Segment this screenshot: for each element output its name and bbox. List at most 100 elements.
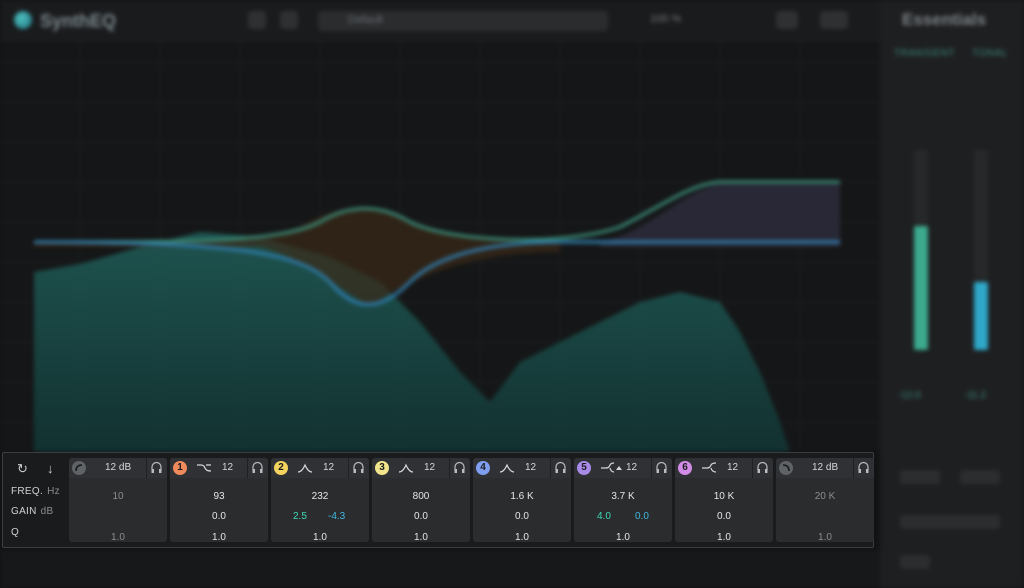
row-labels: ↻ ↓ FREQ. Hz GAIN dB Q: [3, 453, 69, 549]
slope-value[interactable]: 12: [323, 462, 334, 473]
band-number-badge[interactable]: 6: [678, 461, 692, 475]
bell-icon[interactable]: [297, 462, 313, 474]
preset-selector[interactable]: Default: [318, 11, 608, 31]
freq-value[interactable]: 232: [271, 491, 369, 502]
header-divider: [651, 458, 652, 478]
band-2[interactable]: 2 12 232 2.5 -4.3 1.0: [271, 458, 369, 543]
q-value[interactable]: 1.0: [776, 532, 874, 543]
band-1[interactable]: 1 12 93 0.0 1.0: [170, 458, 268, 543]
headphones-icon[interactable]: [655, 461, 668, 474]
gain-label: GAIN: [11, 506, 37, 517]
side-bypass-button[interactable]: [900, 555, 930, 569]
undo-button[interactable]: [248, 11, 266, 29]
side-toggle-a[interactable]: [900, 470, 940, 484]
header-divider: [348, 458, 349, 478]
gain-value[interactable]: 0.0: [170, 511, 268, 522]
band-number-badge[interactable]: 1: [173, 461, 187, 475]
band-number-badge[interactable]: 3: [375, 461, 389, 475]
q-value[interactable]: 1.0: [271, 532, 369, 543]
band-number-badge[interactable]: 5: [577, 461, 591, 475]
freq-value[interactable]: 1.6 K: [473, 491, 571, 502]
meter-fill-left: [914, 226, 928, 350]
slope-value[interactable]: 12: [525, 462, 536, 473]
low-cut-icon: [75, 464, 83, 472]
q-value[interactable]: 1.0: [170, 532, 268, 543]
down-arrow-icon[interactable]: ↓: [47, 461, 54, 476]
tab-transient[interactable]: TRANSIENT: [894, 48, 955, 59]
layout-button[interactable]: [820, 11, 848, 29]
band-5[interactable]: 5 12 3.7 K 4.0 0.0 1.0: [574, 458, 672, 543]
settings-button[interactable]: [776, 11, 798, 29]
freq-row-label: FREQ. Hz: [11, 486, 60, 497]
q-value[interactable]: 1.0: [675, 532, 773, 543]
redo-button[interactable]: [280, 11, 298, 29]
meter-fill-right: [974, 282, 988, 350]
slope-value[interactable]: 12: [424, 462, 435, 473]
freq-value[interactable]: 20 K: [776, 491, 874, 502]
bell-icon[interactable]: [398, 462, 414, 474]
q-value[interactable]: 1.0: [372, 532, 470, 543]
slope-value[interactable]: 12 dB: [812, 462, 838, 473]
freq-value[interactable]: 10: [69, 491, 167, 502]
header-divider: [449, 458, 450, 478]
low-cut-toggle[interactable]: [72, 461, 86, 475]
headphones-icon[interactable]: [857, 461, 870, 474]
gain-value[interactable]: 0.0: [675, 511, 773, 522]
header-divider: [752, 458, 753, 478]
tab-tonal[interactable]: TONAL: [972, 48, 1008, 59]
band-number-badge[interactable]: 4: [476, 461, 490, 475]
band-header: 2 12: [271, 458, 369, 478]
eq-band-panel: ↻ ↓ FREQ.Hz GAINdB Q 12 dB 10 1.0 1 12: [2, 452, 874, 548]
band-6[interactable]: 6 12 10 K 0.0 1.0: [675, 458, 773, 543]
eq-area-purple: [600, 184, 840, 247]
low-shelf-icon[interactable]: [196, 462, 212, 474]
q-value[interactable]: 1.0: [473, 532, 571, 543]
header-divider: [853, 458, 854, 478]
gain-value-tonal[interactable]: 0.0: [635, 511, 649, 522]
freq-value[interactable]: 800: [372, 491, 470, 502]
high-cut-toggle[interactable]: [779, 461, 793, 475]
gain-value-tonal[interactable]: -4.3: [328, 511, 345, 522]
zoom-selector[interactable]: 100 %: [650, 13, 681, 25]
slope-value[interactable]: 12 dB: [105, 462, 131, 473]
high-shelf-icon[interactable]: [600, 462, 622, 474]
q-value[interactable]: 1.0: [574, 532, 672, 543]
freq-value[interactable]: 3.7 K: [574, 491, 672, 502]
side-panel: Essentials TRANSIENT TONAL -12.0 -11.2: [880, 0, 1024, 588]
headphones-icon[interactable]: [756, 461, 769, 474]
slope-value[interactable]: 12: [626, 462, 637, 473]
headphones-icon[interactable]: [453, 461, 466, 474]
freq-value[interactable]: 93: [170, 491, 268, 502]
headphones-icon[interactable]: [352, 461, 365, 474]
headphones-icon[interactable]: [150, 461, 163, 474]
side-slider[interactable]: [900, 515, 1000, 529]
q-value[interactable]: 1.0: [69, 532, 167, 543]
band-number-badge[interactable]: 2: [274, 461, 288, 475]
band-3[interactable]: 3 12 800 0.0 1.0: [372, 458, 470, 543]
slope-value[interactable]: 12: [727, 462, 738, 473]
top-toolbar: SynthEQ Default 100 %: [0, 0, 880, 42]
gain-value[interactable]: 0.0: [473, 511, 571, 522]
reset-icon[interactable]: ↻: [17, 461, 28, 477]
side-toggle-b[interactable]: [960, 470, 1000, 484]
band-high-cut[interactable]: 12 dB 20 K 1.0: [776, 458, 874, 543]
header-divider: [550, 458, 551, 478]
bell-icon[interactable]: [499, 462, 515, 474]
high-cut-icon: [782, 464, 790, 472]
high-shelf-icon[interactable]: [701, 462, 717, 474]
eq-graph[interactable]: [0, 42, 880, 452]
gain-unit: dB: [40, 506, 54, 517]
band-4[interactable]: 4 12 1.6 K 0.0 1.0: [473, 458, 571, 543]
app-title: SynthEQ: [40, 11, 117, 31]
gain-value-transient[interactable]: 4.0: [597, 511, 611, 522]
output-meter-right: [974, 150, 988, 350]
headphones-icon[interactable]: [554, 461, 567, 474]
gain-value[interactable]: 0.0: [372, 511, 470, 522]
freq-value[interactable]: 10 K: [675, 491, 773, 502]
side-panel-tabs: TRANSIENT TONAL: [894, 48, 1022, 59]
slope-value[interactable]: 12: [222, 462, 233, 473]
headphones-icon[interactable]: [251, 461, 264, 474]
gain-value-transient[interactable]: 2.5: [293, 511, 307, 522]
band-low-cut[interactable]: 12 dB 10 1.0: [69, 458, 167, 543]
q-row-label: Q: [11, 527, 20, 538]
